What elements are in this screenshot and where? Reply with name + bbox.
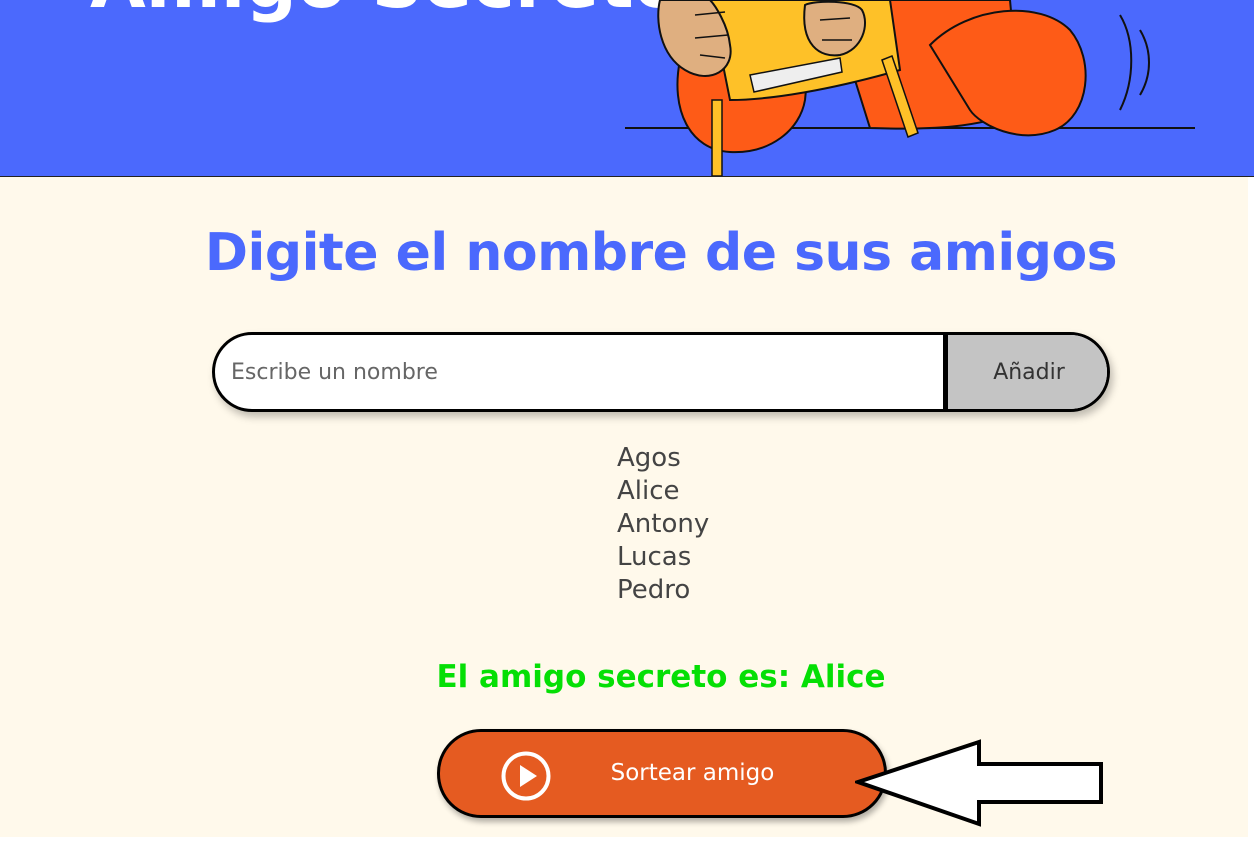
friend-list-item: Antony (617, 509, 710, 539)
header-banner: Amigo Secreto (0, 0, 1254, 177)
section-title: Digite el nombre de sus amigos (204, 223, 1118, 283)
friend-list-item: Agos (617, 443, 681, 473)
draw-button-label: Sortear amigo (610, 760, 775, 786)
add-button[interactable]: Añadir (943, 335, 1107, 409)
input-group: Añadir (212, 332, 1110, 412)
page: Amigo Secreto Digite el nombre de sus am… (0, 0, 1254, 848)
friend-list-item: Pedro (617, 575, 691, 605)
friend-list-item: Alice (617, 476, 680, 506)
friend-list-item: Lucas (617, 542, 692, 572)
person-holding-gift-illustration (625, 0, 1195, 176)
secret-friend-result: El amigo secreto es: Alice (436, 659, 886, 695)
play-circle-icon (501, 751, 551, 801)
arrow-left-icon (855, 739, 1103, 827)
friends-list: Agos Alice Antony Lucas Pedro (617, 442, 709, 607)
draw-friend-button[interactable]: Sortear amigo (437, 729, 887, 818)
friend-name-input[interactable] (215, 335, 943, 409)
header-title: Amigo Secreto (90, 0, 683, 24)
